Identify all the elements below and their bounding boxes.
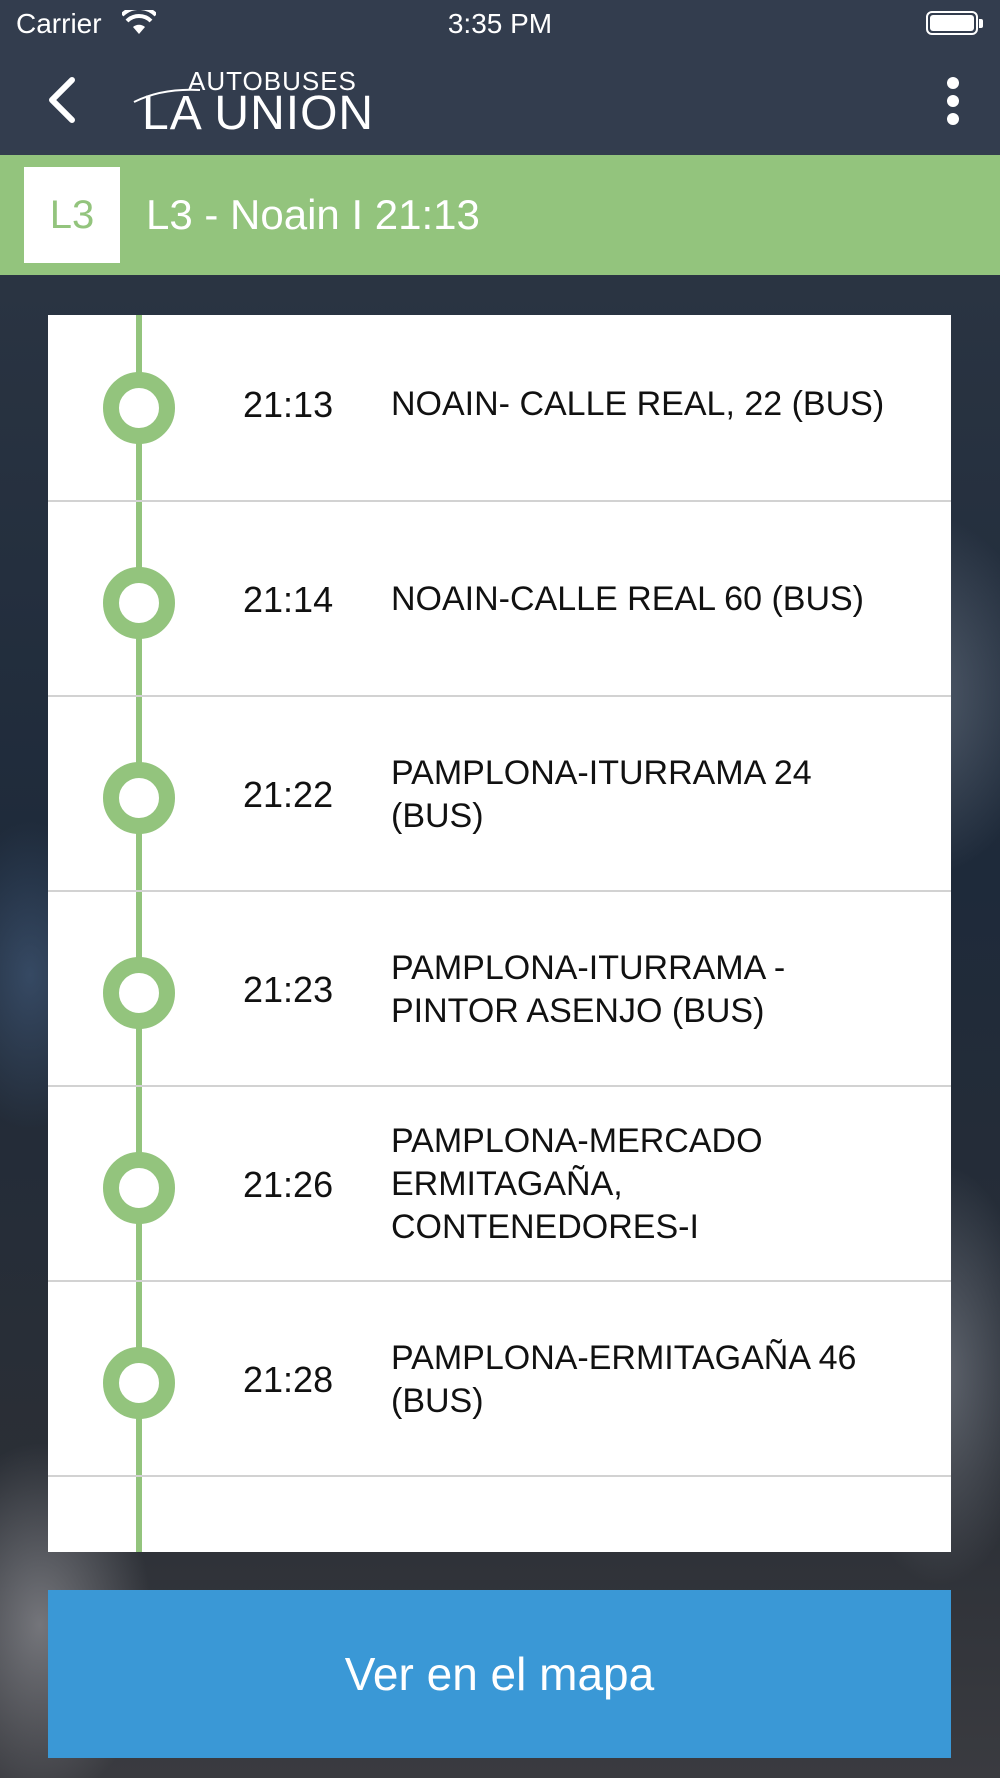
stop-row[interactable]: 21:26 PAMPLONA-MERCADO ERMITAGAÑA, CONTE… xyxy=(48,1087,951,1282)
stop-time: 21:28 xyxy=(243,1358,334,1400)
stop-name: PAMPLONA-ERMITAGAÑA 46 (BUS) xyxy=(391,1338,857,1420)
stop-row[interactable]: 21:22 PAMPLONA-ITURRAMA 24 (BUS) xyxy=(48,697,951,892)
stop-row[interactable]: 21:14 NOAIN-CALLE REAL 60 (BUS) xyxy=(48,502,951,697)
status-bar: Carrier 3:35 PM xyxy=(0,0,1000,50)
stop-name: NOAIN- CALLE REAL, 22 (BUS) xyxy=(391,385,885,423)
stop-marker-icon xyxy=(103,1152,175,1224)
stop-time: 21:23 xyxy=(243,968,334,1010)
stop-marker-icon xyxy=(103,372,175,444)
stops-list[interactable]: 21:13 NOAIN- CALLE REAL, 22 (BUS) 21:14 … xyxy=(48,315,951,1552)
stop-row[interactable]: 21:28 PAMPLONA-ERMITAGAÑA 46 (BUS) xyxy=(48,1282,951,1477)
route-badge: L3 xyxy=(24,167,120,263)
route-title: L3 - Noain I 21:13 xyxy=(146,191,480,238)
route-header: L3 L3 - Noain I 21:13 xyxy=(0,155,1000,275)
stop-time: 21:22 xyxy=(243,773,334,815)
stop-marker-icon xyxy=(103,957,175,1029)
stop-name: NOAIN-CALLE REAL 60 (BUS) xyxy=(391,580,864,618)
stop-name: PAMPLONA-MERCADO ERMITAGAÑA, CONTENEDORE… xyxy=(391,1122,763,1246)
stop-time: 21:13 xyxy=(243,383,334,425)
battery-icon xyxy=(926,11,983,35)
stop-marker-icon xyxy=(103,762,175,834)
stop-marker-icon xyxy=(103,567,175,639)
stop-name: PAMPLONA-ITURRAMA - PINTOR ASENJO (BUS) xyxy=(391,948,786,1030)
stop-row[interactable]: 21:13 NOAIN- CALLE REAL, 22 (BUS) xyxy=(48,315,951,502)
autobuses-la-union-logo: AUTOBUSES LA UNION xyxy=(132,64,432,144)
stop-time: 21:26 xyxy=(243,1163,334,1205)
stop-name: PAMPLONA-ITURRAMA 24 (BUS) xyxy=(391,753,812,835)
status-time: 3:35 PM xyxy=(447,8,553,39)
logo-bottom-text: LA UNION xyxy=(142,87,375,140)
more-options-icon[interactable] xyxy=(946,76,960,126)
stop-time: 21:14 xyxy=(243,578,334,620)
navigation-bar: AUTOBUSES LA UNION xyxy=(0,50,1000,155)
stop-marker-icon xyxy=(103,1347,175,1419)
back-chevron-icon[interactable] xyxy=(42,74,82,126)
view-on-map-button[interactable]: Ver en el mapa xyxy=(48,1590,951,1758)
stop-row[interactable]: 21:23 PAMPLONA-ITURRAMA - PINTOR ASENJO … xyxy=(48,892,951,1087)
